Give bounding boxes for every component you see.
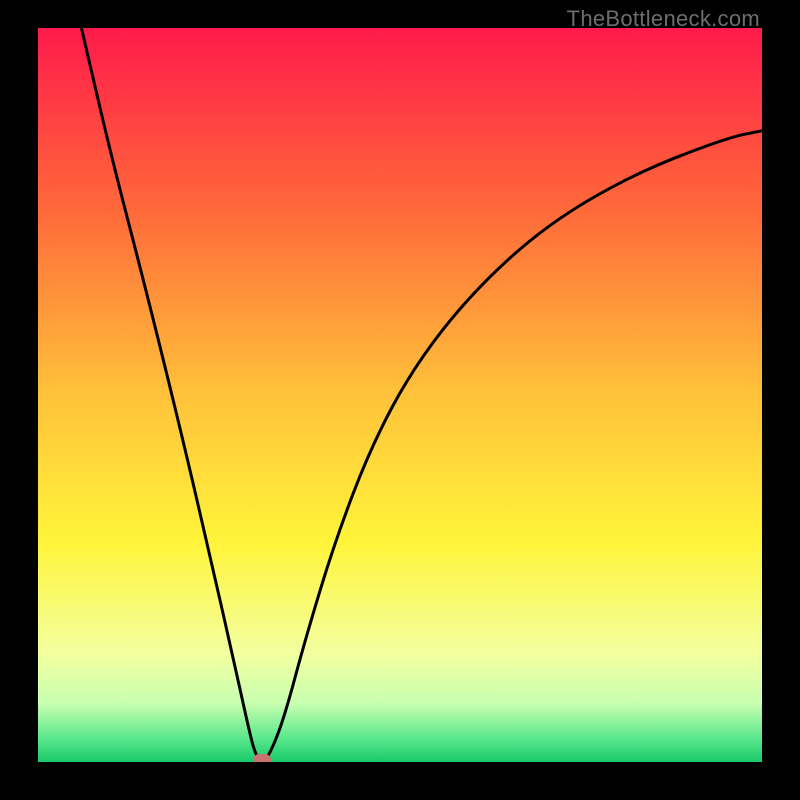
optimal-point-marker (253, 754, 271, 762)
plot-area (38, 28, 762, 762)
chart-container: TheBottleneck.com (0, 0, 800, 800)
bottleneck-curve (38, 28, 762, 762)
